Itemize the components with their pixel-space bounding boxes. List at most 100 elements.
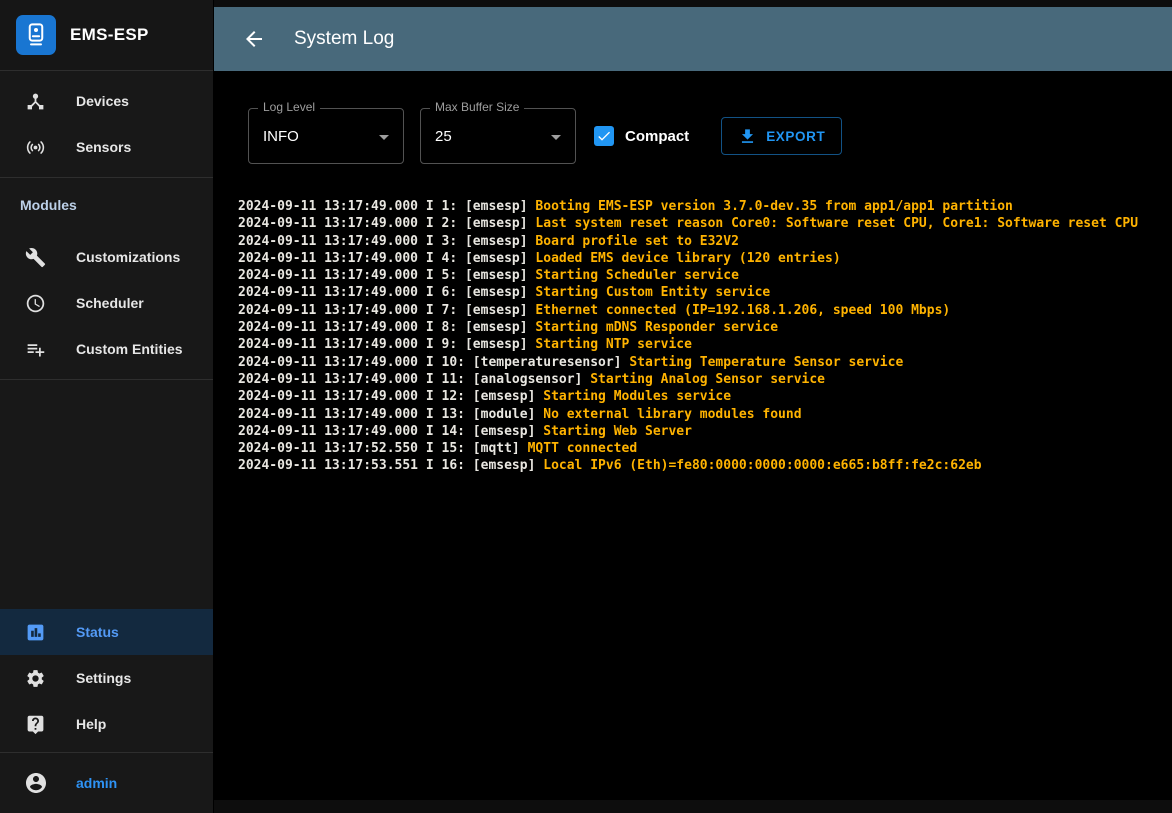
log-line-meta: 2024-09-11 13:17:49.000 I 1: [emsesp] xyxy=(238,199,535,214)
log-line-message: Local IPv6 (Eth)=fe80:0000:0000:0000:e66… xyxy=(543,458,981,473)
log-level-value: INFO xyxy=(249,128,299,145)
log-line: 2024-09-11 13:17:49.000 I 4: [emsesp] Lo… xyxy=(238,250,1172,267)
log-controls: Log Level INFO Max Buffer Size 25 xyxy=(248,108,1172,164)
sidebar-item-label: Custom Entities xyxy=(76,341,183,357)
sidebar-item-label: Devices xyxy=(76,93,129,109)
log-line-message: Starting Web Server xyxy=(543,424,692,439)
sidebar: EMS-ESP Devices Sensors Modules xyxy=(0,0,214,813)
log-line-meta: 2024-09-11 13:17:49.000 I 4: [emsesp] xyxy=(238,251,535,266)
log-line-meta: 2024-09-11 13:17:49.000 I 6: [emsesp] xyxy=(238,285,535,300)
gear-icon xyxy=(24,667,46,689)
compact-checkbox-label: Compact xyxy=(625,128,689,145)
sidebar-user-admin[interactable]: admin xyxy=(0,753,213,813)
sidebar-bottom-group: Status Settings Help xyxy=(0,609,213,747)
log-line: 2024-09-11 13:17:53.551 I 16: [emsesp] L… xyxy=(238,457,1172,474)
log-line: 2024-09-11 13:17:49.000 I 11: [analogsen… xyxy=(238,371,1172,388)
log-line-message: Starting Scheduler service xyxy=(535,268,739,283)
check-icon xyxy=(596,128,612,144)
max-buffer-size-value: 25 xyxy=(421,128,452,145)
log-line: 2024-09-11 13:17:49.000 I 5: [emsesp] St… xyxy=(238,267,1172,284)
log-line: 2024-09-11 13:17:49.000 I 2: [emsesp] La… xyxy=(238,215,1172,232)
log-line-message: Starting Analog Sensor service xyxy=(590,372,825,387)
page-title: System Log xyxy=(294,28,394,50)
sidebar-item-scheduler[interactable]: Scheduler xyxy=(0,280,213,326)
sidebar-item-label: Status xyxy=(76,624,119,640)
log-line-message: MQTT connected xyxy=(528,441,638,456)
compact-checkbox[interactable] xyxy=(594,126,614,146)
log-line-meta: 2024-09-11 13:17:49.000 I 12: [emsesp] xyxy=(238,389,543,404)
sensors-icon xyxy=(24,136,46,158)
bar-chart-icon xyxy=(24,621,46,643)
log-line-meta: 2024-09-11 13:17:49.000 I 13: [module] xyxy=(238,407,543,422)
log-line: 2024-09-11 13:17:49.000 I 8: [emsesp] St… xyxy=(238,319,1172,336)
log-line-message: Loaded EMS device library (120 entries) xyxy=(535,251,840,266)
sidebar-item-label: Scheduler xyxy=(76,295,144,311)
sidebar-item-label: Help xyxy=(76,716,106,732)
export-button[interactable]: EXPORT xyxy=(721,117,842,155)
log-line: 2024-09-11 13:17:49.000 I 7: [emsesp] Et… xyxy=(238,302,1172,319)
app-title: EMS-ESP xyxy=(70,25,149,45)
sidebar-item-help[interactable]: Help xyxy=(0,701,213,747)
log-line-meta: 2024-09-11 13:17:49.000 I 2: [emsesp] xyxy=(238,216,535,231)
log-line: 2024-09-11 13:17:49.000 I 9: [emsesp] St… xyxy=(238,336,1172,353)
playlist-add-icon xyxy=(24,338,46,360)
log-line-meta: 2024-09-11 13:17:49.000 I 11: [analogsen… xyxy=(238,372,590,387)
sidebar-item-label: Settings xyxy=(76,670,131,686)
max-buffer-size-select[interactable]: Max Buffer Size 25 xyxy=(420,108,576,164)
main-area: System Log Log Level INFO Max Buffer Siz… xyxy=(214,0,1172,813)
log-line: 2024-09-11 13:17:49.000 I 14: [emsesp] S… xyxy=(238,423,1172,440)
log-line-message: Starting NTP service xyxy=(535,337,692,352)
arrow-back-icon xyxy=(242,27,266,51)
log-level-label: Log Level xyxy=(258,100,320,114)
download-icon xyxy=(738,127,757,146)
compact-checkbox-group: Compact xyxy=(594,126,689,146)
chevron-down-icon xyxy=(372,125,396,154)
sidebar-modules-group: Customizations Scheduler Custom Entities xyxy=(0,213,213,372)
log-panel: Log Level INFO Max Buffer Size 25 xyxy=(214,71,1172,800)
sidebar-item-custom-entities[interactable]: Custom Entities xyxy=(0,326,213,372)
sidebar-item-settings[interactable]: Settings xyxy=(0,655,213,701)
log-line: 2024-09-11 13:17:49.000 I 3: [emsesp] Bo… xyxy=(238,233,1172,250)
appbar: System Log xyxy=(214,7,1172,71)
log-line: 2024-09-11 13:17:49.000 I 12: [emsesp] S… xyxy=(238,388,1172,405)
wrench-icon xyxy=(24,246,46,268)
clock-icon xyxy=(24,292,46,314)
log-line: 2024-09-11 13:17:49.000 I 10: [temperatu… xyxy=(238,354,1172,371)
back-button[interactable] xyxy=(240,25,268,53)
log-line-message: Last system reset reason Core0: Software… xyxy=(535,216,1138,231)
log-line: 2024-09-11 13:17:49.000 I 1: [emsesp] Bo… xyxy=(238,198,1172,215)
log-line-message: Ethernet connected (IP=192.168.1.206, sp… xyxy=(535,303,950,318)
log-line-meta: 2024-09-11 13:17:49.000 I 5: [emsesp] xyxy=(238,268,535,283)
sidebar-main-group: Devices Sensors xyxy=(0,71,213,170)
log-line-meta: 2024-09-11 13:17:49.000 I 9: [emsesp] xyxy=(238,337,535,352)
sidebar-item-sensors[interactable]: Sensors xyxy=(0,124,213,170)
sidebar-item-customizations[interactable]: Customizations xyxy=(0,234,213,280)
help-icon xyxy=(24,713,46,735)
sidebar-user-label: admin xyxy=(76,775,117,791)
sidebar-section-modules: Modules xyxy=(0,178,213,213)
log-level-select[interactable]: Log Level INFO xyxy=(248,108,404,164)
sidebar-header: EMS-ESP xyxy=(0,0,213,71)
max-buffer-size-label: Max Buffer Size xyxy=(430,100,524,114)
log-line-meta: 2024-09-11 13:17:49.000 I 8: [emsesp] xyxy=(238,320,535,335)
log-line-meta: 2024-09-11 13:17:49.000 I 10: [temperatu… xyxy=(238,355,629,370)
log-line-meta: 2024-09-11 13:17:49.000 I 14: [emsesp] xyxy=(238,424,543,439)
log-line-message: Booting EMS-ESP version 3.7.0-dev.35 fro… xyxy=(535,199,1012,214)
log-line: 2024-09-11 13:17:49.000 I 6: [emsesp] St… xyxy=(238,284,1172,301)
sidebar-item-devices[interactable]: Devices xyxy=(0,78,213,124)
account-circle-icon xyxy=(24,771,48,795)
app-root: EMS-ESP Devices Sensors Modules xyxy=(0,0,1172,813)
log-line-message: Starting Custom Entity service xyxy=(535,285,770,300)
sidebar-item-label: Sensors xyxy=(76,139,131,155)
log-line-message: No external library modules found xyxy=(543,407,801,422)
log-line-meta: 2024-09-11 13:17:52.550 I 15: [mqtt] xyxy=(238,441,528,456)
sidebar-item-label: Customizations xyxy=(76,249,180,265)
log-line-message: Starting Temperature Sensor service xyxy=(629,355,903,370)
sidebar-item-status[interactable]: Status xyxy=(0,609,213,655)
log-line-message: Starting Modules service xyxy=(543,389,731,404)
log-line-meta: 2024-09-11 13:17:49.000 I 7: [emsesp] xyxy=(238,303,535,318)
log-line-meta: 2024-09-11 13:17:49.000 I 3: [emsesp] xyxy=(238,234,535,249)
chevron-down-icon xyxy=(544,125,568,154)
ems-esp-logo-icon xyxy=(16,15,56,55)
log-line-message: Starting mDNS Responder service xyxy=(535,320,778,335)
